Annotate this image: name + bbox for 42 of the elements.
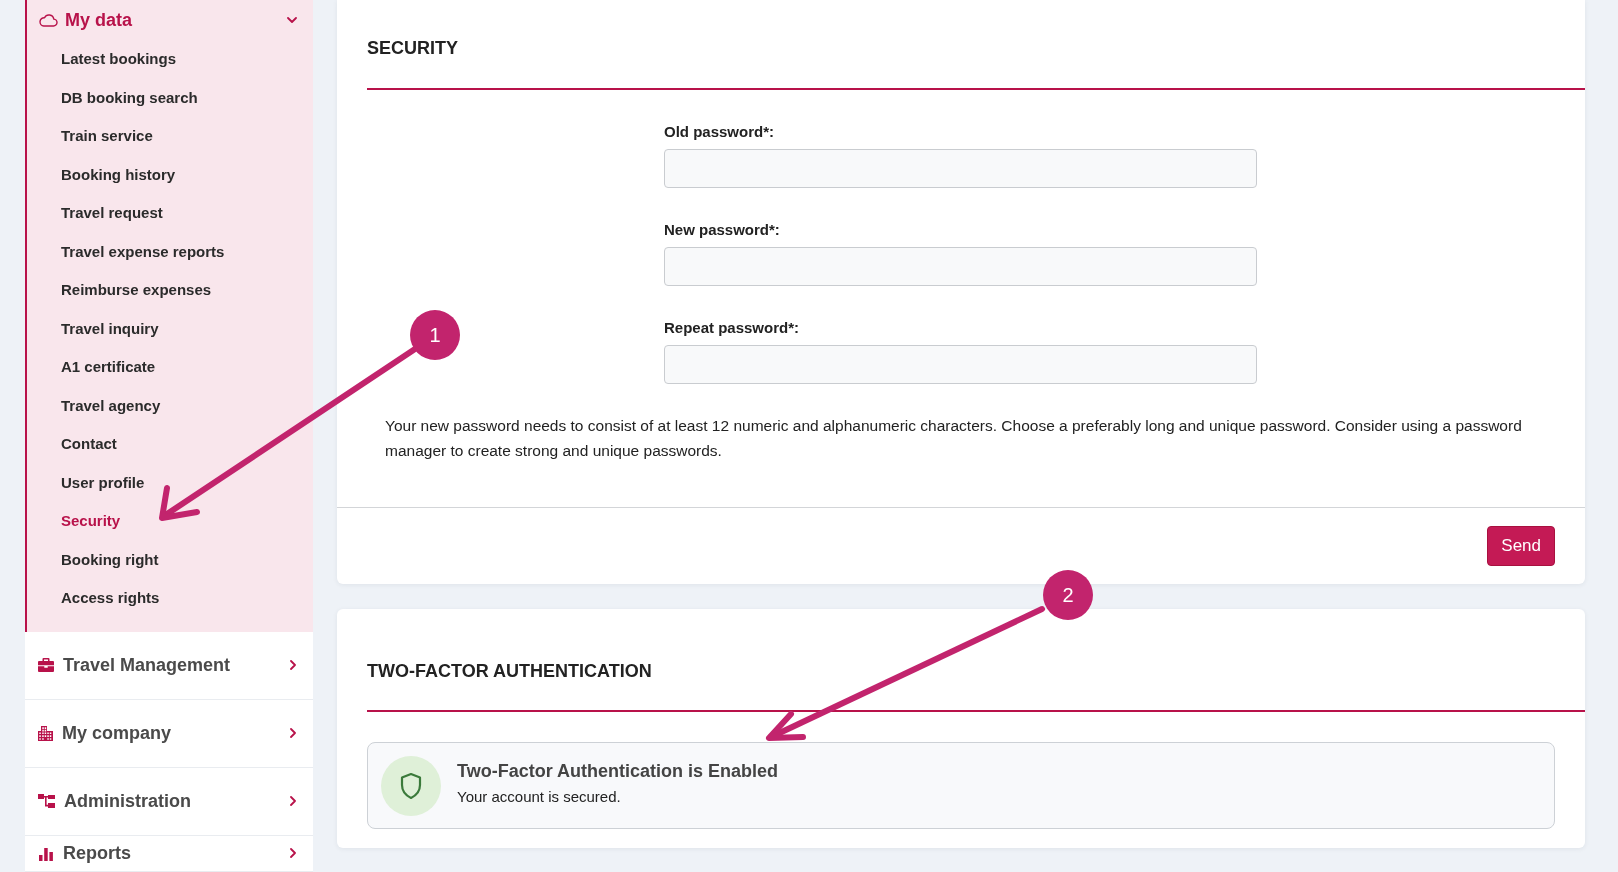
- field-label: Repeat password*:: [664, 318, 800, 338]
- sidebar-link[interactable]: Travel inquiry: [61, 317, 159, 340]
- status-message: Your account is secured.: [457, 787, 621, 807]
- chevron-down-icon: [287, 17, 297, 23]
- cloud-icon: [39, 13, 58, 27]
- chevron-right-icon: [290, 660, 296, 670]
- hierarchy-icon: [38, 794, 55, 808]
- menu-group-toggle[interactable]: Reports: [25, 835, 313, 872]
- sidebar-link[interactable]: Booking history: [61, 163, 176, 186]
- sidebar-link[interactable]: DB booking search: [61, 86, 198, 109]
- briefcase-icon: [38, 658, 54, 672]
- sidebar-link[interactable]: Reimburse expenses: [61, 279, 212, 302]
- field-label: New password*:: [664, 220, 780, 240]
- menu-group-toggle[interactable]: Travel Management: [25, 631, 313, 700]
- sidebar-link[interactable]: Travel agency: [61, 394, 161, 417]
- chevron-right-icon: [290, 848, 296, 859]
- sidebar-link[interactable]: Contact: [61, 433, 117, 456]
- menu-group-toggle[interactable]: My data: [27, 0, 313, 40]
- password-field[interactable]: [664, 149, 1257, 188]
- password-field[interactable]: [664, 247, 1257, 286]
- section-heading: SECURITY: [367, 37, 458, 59]
- sidebar-link[interactable]: User profile: [61, 471, 145, 494]
- sidebar-link[interactable]: Travel request: [61, 202, 163, 225]
- building-icon: [38, 725, 53, 741]
- sidebar-link[interactable]: Booking right: [61, 548, 159, 571]
- help-text: Your new password needs to consist of at least 12 numeric and alphanumeric characters. Choose a preferably long and unique password. Consider using a password manager to create strong and unique passwords.: [385, 416, 1523, 461]
- sidebar-link[interactable]: Train service: [61, 125, 153, 148]
- password-field[interactable]: [664, 345, 1257, 384]
- sidebar-link[interactable]: Latest bookings: [61, 48, 176, 71]
- sidebar-link[interactable]: Access rights: [61, 587, 160, 610]
- bar-chart-icon: [38, 845, 54, 861]
- sidebar-link[interactable]: Security: [61, 510, 121, 533]
- status-title: Two-Factor Authentication is Enabled: [457, 760, 778, 783]
- sidebar-link[interactable]: A1 certificate: [61, 356, 156, 379]
- sidebar-link[interactable]: Travel expense reports: [61, 240, 225, 263]
- menu-group-toggle[interactable]: Administration: [25, 767, 313, 836]
- section-heading: TWO-FACTOR AUTHENTICATION: [367, 660, 652, 682]
- chevron-right-icon: [290, 796, 296, 806]
- field-label: Old password*:: [664, 122, 775, 142]
- send-button[interactable]: Send: [1487, 526, 1555, 566]
- chevron-right-icon: [290, 728, 296, 738]
- menu-group-toggle[interactable]: My company: [25, 699, 313, 768]
